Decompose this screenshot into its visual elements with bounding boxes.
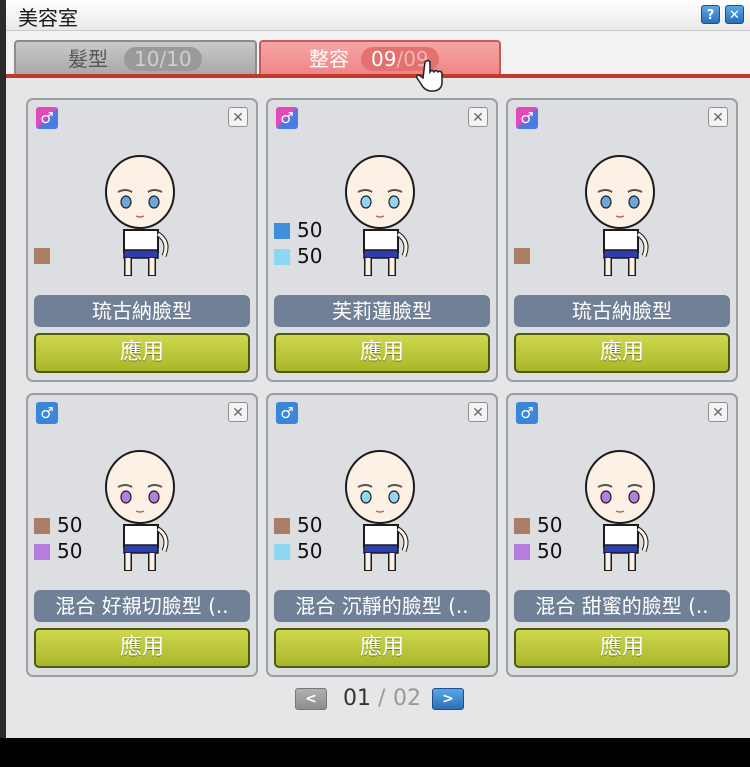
close-icon: ✕ (232, 110, 244, 126)
face-card[interactable]: ♂ ✕ 琉古納臉型應用 (26, 98, 258, 382)
color-percent: 50 (537, 539, 563, 563)
apply-button[interactable]: 應用 (514, 628, 730, 668)
tab-hairstyle[interactable]: 髮型 10/10 (14, 40, 257, 74)
close-icon: ✕ (712, 405, 724, 421)
male-icon: ♂ (276, 402, 298, 424)
face-name: 混合 沉靜的臉型 (.. (274, 590, 490, 622)
character-avatar (105, 155, 175, 276)
color-swatch (274, 223, 290, 239)
apply-button[interactable]: 應用 (274, 333, 490, 373)
face-name: 混合 甜蜜的臉型 (.. (514, 590, 730, 622)
tab-hairstyle-label: 髮型 (68, 47, 108, 71)
face-grid: ♂ ✕ 琉古納臉型 應用 ♂ ✕ 50 50 芙莉蓮臉型 應用 ♂ ✕ 琉古納臉型 應用 ♂ ✕ 50 50 混合 … (6, 78, 750, 738)
color-swatch (34, 544, 50, 560)
color-swatch (34, 248, 50, 264)
prev-page-button[interactable]: < (295, 688, 327, 710)
color-swatch (34, 518, 50, 534)
color-swatch (274, 544, 290, 560)
color-percent: 50 (537, 513, 563, 537)
remove-button[interactable]: ✕ (228, 402, 248, 422)
close-icon: ✕ (472, 110, 484, 126)
face-name: 芙莉蓮臉型 (274, 295, 490, 327)
apply-button[interactable]: 應用 (34, 628, 250, 668)
hand-cursor-icon (416, 59, 443, 92)
close-icon: ✕ (232, 405, 244, 421)
tab-face-label: 整容 (309, 47, 349, 71)
face-card[interactable]: ♂ ✕ 50 50 芙莉蓮臉型應用 (266, 98, 498, 382)
chevron-right-icon: > (442, 691, 454, 707)
apply-button[interactable]: 應用 (34, 333, 250, 373)
character-avatar (345, 450, 415, 571)
character-avatar (585, 155, 655, 276)
pagination: < 01 / 02 > (6, 686, 750, 716)
face-card[interactable]: ♂ ✕ 50 50 混合 沉靜的臉型 (.. 應用 (266, 393, 498, 677)
face-name: 琉古納臉型 (514, 295, 730, 327)
face-card[interactable]: ♂ ✕ 50 50 混合 好親切臉型 (.. 應用 (26, 393, 258, 677)
beauty-salon-window: 美容室 ? ✕ 髮型 10/10 整容 09/09 ♂ ✕ 琉古納臉型 應用 ♂ ✕ 50 5… (0, 0, 750, 738)
male-icon: ♂ (36, 402, 58, 424)
color-swatch (514, 518, 530, 534)
title-bar[interactable]: 美容室 ? ✕ (6, 0, 750, 31)
page-current: 01 (343, 686, 371, 711)
remove-button[interactable]: ✕ (708, 402, 728, 422)
male-icon: ♂ (516, 402, 538, 424)
color-percent: 50 (297, 539, 323, 563)
close-icon: ✕ (712, 110, 724, 126)
color-percent: 50 (57, 513, 83, 537)
tab-face[interactable]: 整容 09/09 (259, 40, 501, 74)
close-window-button[interactable]: ✕ (725, 5, 744, 24)
remove-button[interactable]: ✕ (468, 107, 488, 127)
face-card[interactable]: ♂ ✕ 50 50 混合 甜蜜的臉型 (.. 應用 (506, 393, 738, 677)
unisex-icon: ♂ (276, 107, 298, 129)
character-avatar (105, 450, 175, 571)
remove-button[interactable]: ✕ (468, 402, 488, 422)
next-page-button[interactable]: > (432, 688, 464, 710)
tab-hairstyle-count: 10/10 (124, 47, 202, 71)
character-avatar (345, 155, 415, 276)
color-percent: 50 (57, 539, 83, 563)
apply-button[interactable]: 應用 (274, 628, 490, 668)
chevron-left-icon: < (305, 691, 317, 707)
color-swatch (514, 544, 530, 560)
color-percent: 50 (297, 513, 323, 537)
question-icon: ? (706, 8, 715, 23)
apply-button[interactable]: 應用 (514, 333, 730, 373)
character-avatar (585, 450, 655, 571)
color-swatch (274, 518, 290, 534)
help-button[interactable]: ? (701, 5, 720, 24)
close-icon: ✕ (472, 405, 484, 421)
color-percent: 50 (297, 244, 323, 268)
window-title: 美容室 (18, 6, 78, 30)
tab-face-count-current: 09 (371, 47, 397, 71)
unisex-icon: ♂ (36, 107, 58, 129)
page-separator: / (378, 686, 386, 711)
color-percent: 50 (297, 218, 323, 242)
color-swatch (514, 248, 530, 264)
face-name: 混合 好親切臉型 (.. (34, 590, 250, 622)
color-swatch (274, 249, 290, 265)
remove-button[interactable]: ✕ (708, 107, 728, 127)
close-icon: ✕ (729, 8, 740, 23)
face-name: 琉古納臉型 (34, 295, 250, 327)
remove-button[interactable]: ✕ (228, 107, 248, 127)
unisex-icon: ♂ (516, 107, 538, 129)
page-total: 02 (393, 686, 421, 711)
face-card[interactable]: ♂ ✕ 琉古納臉型應用 (506, 98, 738, 382)
